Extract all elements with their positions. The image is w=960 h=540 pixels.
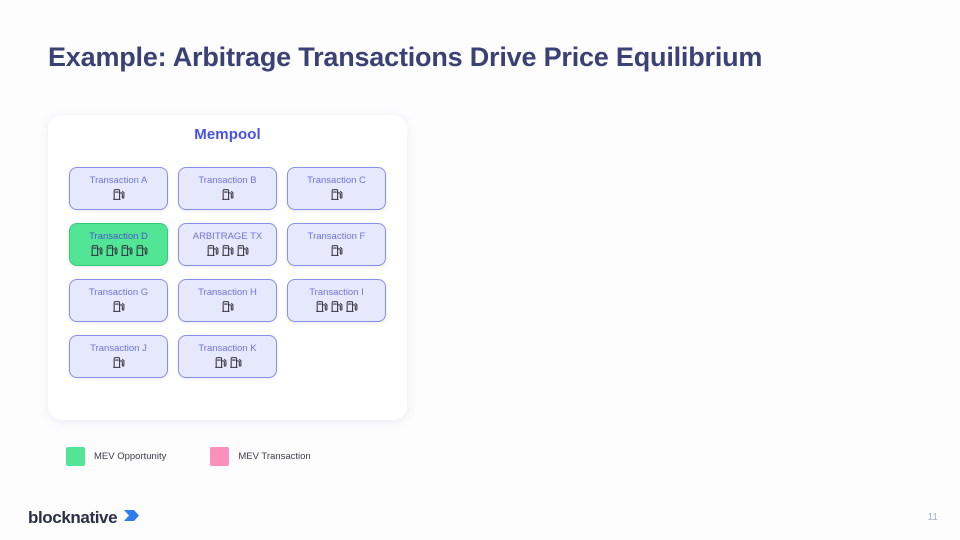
transaction-label: Transaction D (89, 230, 148, 242)
gas-pump-icon (135, 245, 147, 257)
blocknative-arrow-icon (123, 507, 140, 529)
gas-pump-icon (113, 189, 125, 201)
gas-pump-icon (120, 245, 132, 257)
transaction-label: Transaction G (88, 286, 149, 298)
mempool-heading: Mempool (194, 126, 261, 143)
page-title: Example: Arbitrage Transactions Drive Pr… (48, 42, 763, 72)
gas-pump-icon (229, 357, 241, 369)
transaction-row: Transaction G Transaction H Transaction I (69, 279, 389, 322)
gas-pump-icon (237, 245, 249, 257)
transaction-card[interactable]: Transaction I (287, 279, 386, 322)
page-number: 11 (927, 512, 938, 523)
transaction-card[interactable]: Transaction F (287, 223, 386, 266)
gas-pump-icon (331, 245, 343, 257)
transaction-label: ARBITRAGE TX (192, 230, 263, 242)
transaction-label: Transaction K (198, 342, 257, 354)
gas-pump-icon (113, 357, 125, 369)
gas-fee-indicator (214, 356, 242, 369)
gas-pump-icon (222, 245, 234, 257)
transaction-card[interactable]: ARBITRAGE TX (178, 223, 277, 266)
gas-pump-icon (346, 301, 358, 313)
gas-pump-icon (331, 301, 343, 313)
logo-wordmark: blocknative (28, 508, 118, 527)
gas-pump-icon (316, 301, 328, 313)
transaction-card[interactable]: Transaction J (69, 335, 168, 378)
transaction-label: Transaction A (89, 174, 148, 186)
transaction-card[interactable]: Transaction D (69, 223, 168, 266)
gas-fee-indicator (221, 188, 234, 201)
gas-fee-indicator (221, 300, 234, 313)
gas-fee-indicator (112, 356, 125, 369)
gas-pump-icon (214, 357, 226, 369)
transaction-card[interactable]: Transaction C (287, 167, 386, 210)
transaction-label: Transaction B (198, 174, 257, 186)
transaction-label: Transaction I (309, 286, 364, 298)
gas-fee-indicator (315, 300, 358, 313)
gas-fee-indicator (112, 300, 125, 313)
legend-swatch (210, 447, 230, 466)
gas-pump-icon (90, 245, 102, 257)
legend: MEV Opportunity MEV Transaction (66, 447, 311, 466)
transaction-row: Transaction A Transaction B Transaction C (69, 167, 389, 210)
gas-fee-indicator (330, 244, 343, 257)
legend-label: MEV Opportunity (94, 451, 167, 462)
gas-pump-icon (222, 189, 234, 201)
brand-logo: blocknative (28, 507, 140, 529)
legend-label: MEV Transaction (238, 451, 311, 462)
mempool-panel: Mempool Transaction A Transaction B Transa… (48, 115, 407, 420)
gas-fee-indicator (330, 188, 343, 201)
transaction-card[interactable]: Transaction K (178, 335, 277, 378)
gas-pump-icon (113, 301, 125, 313)
transaction-row: Transaction J Transaction K (69, 335, 389, 378)
transaction-label: Transaction J (90, 342, 147, 354)
gas-pump-icon (207, 245, 219, 257)
transaction-card[interactable]: Transaction H (178, 279, 277, 322)
gas-fee-indicator (90, 244, 148, 257)
transaction-label: Transaction H (198, 286, 257, 298)
transaction-row: Transaction D ARBITRAGE TX Transaction F (69, 223, 389, 266)
legend-item: MEV Opportunity (66, 447, 166, 466)
transaction-card[interactable]: Transaction B (178, 167, 277, 210)
transaction-label: Transaction F (307, 230, 366, 242)
transaction-card[interactable]: Transaction G (69, 279, 168, 322)
transaction-grid: Transaction A Transaction B Transaction CT… (69, 167, 389, 391)
gas-fee-indicator (206, 244, 249, 257)
transaction-card[interactable]: Transaction A (69, 167, 168, 210)
legend-swatch (66, 447, 85, 466)
legend-item: MEV Transaction (210, 447, 311, 466)
gas-pump-icon (331, 189, 343, 201)
gas-pump-icon (105, 245, 117, 257)
transaction-label: Transaction C (307, 174, 366, 186)
gas-pump-icon (222, 301, 234, 313)
gas-fee-indicator (112, 188, 125, 201)
